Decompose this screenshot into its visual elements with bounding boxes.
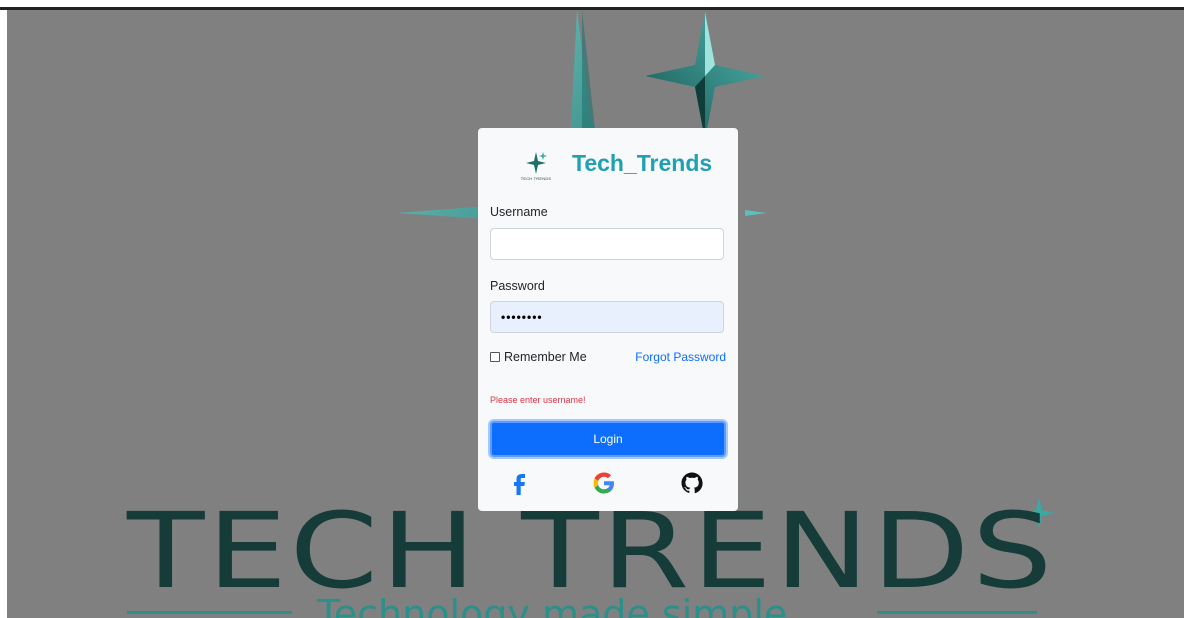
password-label: Password	[490, 279, 545, 293]
logo-caption: TECH TRENDS	[520, 176, 552, 181]
login-modal: TECH TRENDS Tech_Trends Username Passwor…	[478, 128, 738, 511]
remember-label[interactable]: Remember Me	[504, 350, 587, 364]
password-input[interactable]	[490, 301, 724, 333]
forgot-password-link[interactable]: Forgot Password	[635, 350, 726, 364]
brand-logo: TECH TRENDS	[512, 150, 560, 184]
login-header: TECH TRENDS Tech_Trends	[478, 146, 738, 190]
error-message: Please enter username!	[490, 395, 586, 405]
login-title: Tech_Trends	[572, 150, 713, 176]
username-input[interactable]	[490, 228, 724, 260]
remember-checkbox[interactable]	[490, 352, 500, 362]
remember-row: Remember Me Forgot Password	[490, 350, 726, 366]
page-left-edge	[0, 10, 7, 618]
google-icon[interactable]	[590, 469, 618, 497]
browser-top-border	[0, 0, 1184, 10]
login-button[interactable]: Login	[490, 421, 726, 457]
github-icon[interactable]	[678, 469, 706, 497]
tagline-rule-right	[877, 611, 1037, 614]
background-tagline: Technology made simple	[317, 592, 788, 618]
sparkle-icon	[526, 152, 547, 174]
tagline-rule-left	[127, 611, 292, 614]
username-label: Username	[490, 205, 548, 219]
facebook-icon[interactable]	[506, 469, 534, 497]
